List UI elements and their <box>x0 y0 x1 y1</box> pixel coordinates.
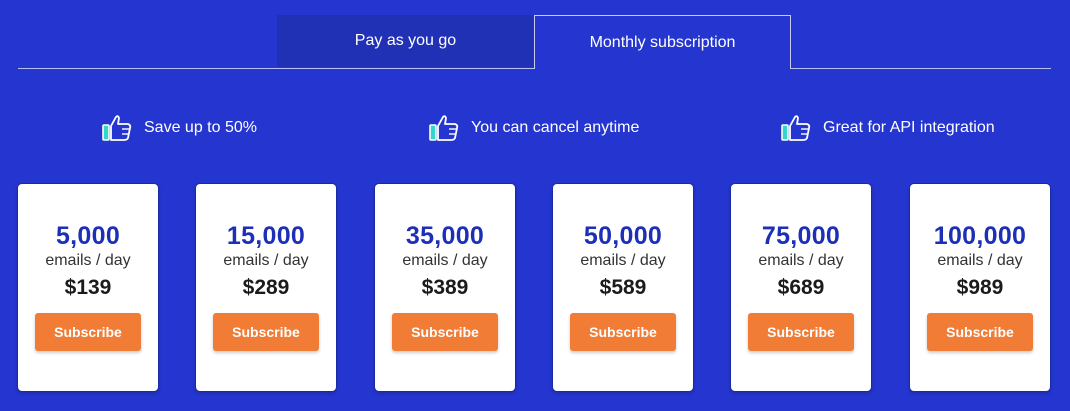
tab-pay-as-you-go[interactable]: Pay as you go <box>277 15 534 67</box>
plan-unit: emails / day <box>223 252 309 269</box>
plan-card: 35,000 emails / day $389 Subscribe <box>375 184 515 391</box>
plan-price: $589 <box>599 276 647 299</box>
feature-api: Great for API integration <box>781 108 995 148</box>
feature-cancel: You can cancel anytime <box>429 108 639 148</box>
subscribe-button[interactable]: Subscribe <box>927 313 1033 351</box>
plan-volume: 5,000 <box>55 222 121 250</box>
subscribe-button[interactable]: Subscribe <box>570 313 676 351</box>
plan-card: 5,000 emails / day $139 Subscribe <box>18 184 158 391</box>
plan-unit: emails / day <box>580 252 666 269</box>
plan-price: $989 <box>956 276 1004 299</box>
plan-card: 50,000 emails / day $589 Subscribe <box>553 184 693 391</box>
plan-card: 100,000 emails / day $989 Subscribe <box>910 184 1050 391</box>
plan-volume: 100,000 <box>933 222 1027 250</box>
feature-text-api: Great for API integration <box>823 119 995 136</box>
subscribe-button[interactable]: Subscribe <box>748 313 854 351</box>
subscribe-button[interactable]: Subscribe <box>213 313 319 351</box>
feature-text-save: Save up to 50% <box>144 119 257 136</box>
thumbs-up-icon <box>781 114 811 142</box>
plan-volume: 50,000 <box>583 222 663 250</box>
tab-monthly-subscription[interactable]: Monthly subscription <box>534 15 791 69</box>
subscribe-button[interactable]: Subscribe <box>392 313 498 351</box>
plan-card: 15,000 emails / day $289 Subscribe <box>196 184 336 391</box>
thumbs-up-icon <box>429 114 459 142</box>
pricing-cards: 5,000 emails / day $139 Subscribe 15,000… <box>18 184 1051 392</box>
subscribe-button[interactable]: Subscribe <box>35 313 141 351</box>
plan-unit: emails / day <box>402 252 488 269</box>
plan-volume: 75,000 <box>761 222 841 250</box>
thumbs-up-icon <box>102 114 132 142</box>
plan-price: $689 <box>777 276 825 299</box>
plan-price: $389 <box>421 276 469 299</box>
feature-save: Save up to 50% <box>102 108 257 148</box>
feature-list: Save up to 50% You can cancel anytime Gr… <box>0 108 1070 148</box>
plan-unit: emails / day <box>45 252 131 269</box>
plan-price: $139 <box>64 276 112 299</box>
feature-text-cancel: You can cancel anytime <box>471 119 640 136</box>
plan-unit: emails / day <box>758 252 844 269</box>
plan-card: 75,000 emails / day $689 Subscribe <box>731 184 871 391</box>
plan-volume: 15,000 <box>226 222 306 250</box>
plan-type-tabs: Pay as you go Monthly subscription <box>18 15 1051 69</box>
plan-volume: 35,000 <box>405 222 485 250</box>
plan-unit: emails / day <box>937 252 1023 269</box>
plan-price: $289 <box>242 276 290 299</box>
